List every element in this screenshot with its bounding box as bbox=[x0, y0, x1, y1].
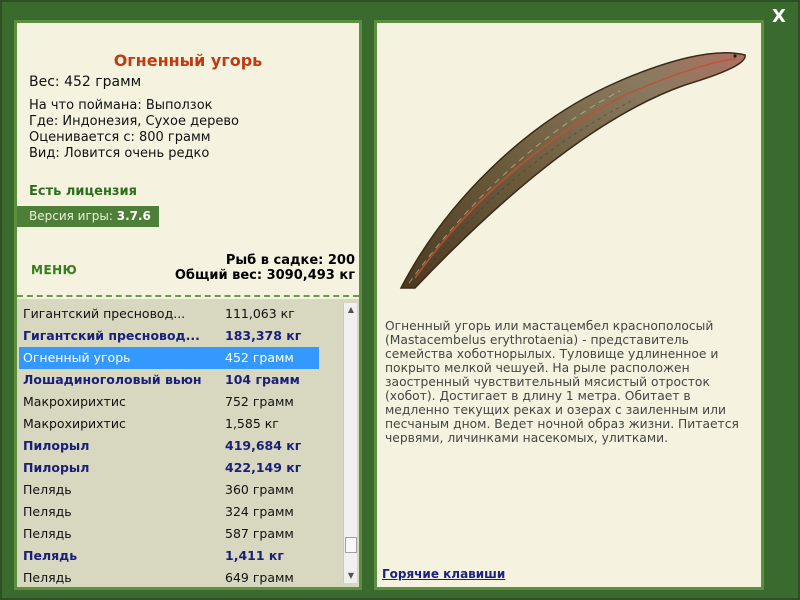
list-item[interactable]: Лошадиноголовый вьюн 104 грамм bbox=[19, 369, 319, 391]
list-scrollbar[interactable]: ▲ ▼ bbox=[343, 303, 357, 583]
list-item[interactable]: Пелядь 324 грамм bbox=[19, 501, 319, 523]
scroll-down-icon[interactable]: ▼ bbox=[344, 569, 358, 583]
fish-details-panel: Огненный угорь Вес: 452 грамм На что пой… bbox=[14, 20, 362, 590]
list-item[interactable]: Пелядь 587 грамм bbox=[19, 523, 319, 545]
list-item[interactable]: Пилорыл 422,149 кг bbox=[19, 457, 319, 479]
scroll-thumb[interactable] bbox=[345, 537, 357, 553]
version-bar: Версия игры: 3.7.6 bbox=[17, 206, 159, 227]
hotkeys-link[interactable]: Горячие клавиши bbox=[382, 567, 505, 581]
list-item-name: Лошадиноголовый вьюн bbox=[23, 372, 202, 387]
list-item-weight: 1,585 кг bbox=[225, 416, 279, 431]
list-item[interactable]: Пелядь 1,411 кг bbox=[19, 545, 319, 567]
list-item[interactable]: Гигантский пресновод... 111,063 кг bbox=[19, 303, 319, 325]
catch-list[interactable]: Гигантский пресновод... 111,063 кг Гигантс… bbox=[17, 299, 359, 587]
catch-stats: Рыб в садке: 200 Общий вес: 3090,493 кг bbox=[175, 253, 355, 283]
fish-count: Рыб в садке: 200 bbox=[225, 253, 355, 268]
list-item[interactable]: Макрохирихтис 1,585 кг bbox=[19, 413, 319, 435]
list-item-name: Пелядь bbox=[23, 526, 72, 541]
list-item[interactable]: Пелядь 360 грамм bbox=[19, 479, 319, 501]
list-item-weight: 752 грамм bbox=[225, 394, 294, 409]
fish-value: Оценивается с: 800 грамм bbox=[29, 130, 211, 145]
total-weight: Общий вес: 3090,493 кг bbox=[174, 268, 355, 283]
menu-button[interactable]: МЕНЮ bbox=[31, 263, 77, 277]
list-item-weight: 649 грамм bbox=[225, 570, 294, 585]
list-item-weight: 183,378 кг bbox=[225, 328, 302, 343]
divider bbox=[17, 295, 359, 297]
list-item-name: Гигантский пресновод... bbox=[23, 306, 186, 321]
version-value: 3.7.6 bbox=[116, 209, 151, 223]
list-item[interactable]: Макрохирихтис 752 грамм bbox=[19, 391, 319, 413]
list-item-weight: 104 грамм bbox=[225, 372, 300, 387]
list-item-weight: 419,684 кг bbox=[225, 438, 302, 453]
fish-location: Где: Индонезия, Сухое дерево bbox=[29, 114, 239, 129]
list-item-name: Пелядь bbox=[23, 570, 72, 585]
fish-description: Огненный угорь или мастацембел краснопол… bbox=[385, 319, 739, 445]
list-item-name: Пелядь bbox=[23, 482, 72, 497]
list-item-weight: 422,149 кг bbox=[225, 460, 302, 475]
list-item-weight: 587 грамм bbox=[225, 526, 294, 541]
list-item-name: Макрохирихтис bbox=[23, 394, 126, 409]
version-label: Версия игры: bbox=[29, 209, 113, 223]
list-item-weight: 1,411 кг bbox=[225, 548, 284, 563]
fish-weight: Вес: 452 грамм bbox=[29, 74, 142, 90]
list-item-name: Пилорыл bbox=[23, 438, 90, 453]
list-item-name: Макрохирихтис bbox=[23, 416, 126, 431]
list-item[interactable]: Пелядь 649 грамм bbox=[19, 567, 319, 587]
list-item-name: Пилорыл bbox=[23, 460, 90, 475]
list-item-weight: 111,063 кг bbox=[225, 306, 295, 321]
fish-description-panel: Огненный угорь или мастацембел краснопол… bbox=[374, 20, 764, 590]
eel-image bbox=[399, 52, 746, 289]
list-item-weight: 360 грамм bbox=[225, 482, 294, 497]
list-item-name: Пелядь bbox=[23, 548, 78, 563]
list-item-name: Пелядь bbox=[23, 504, 72, 519]
list-item-name: Гигантский пресновод... bbox=[23, 328, 200, 343]
list-item-weight: 452 грамм bbox=[225, 350, 294, 365]
fish-info-window: X Огненный угорь Вес: 452 грамм На что п… bbox=[0, 0, 800, 600]
fish-rarity: Вид: Ловится очень редко bbox=[29, 146, 210, 161]
scroll-up-icon[interactable]: ▲ bbox=[344, 303, 358, 317]
list-item-weight: 324 грамм bbox=[225, 504, 294, 519]
fish-title: Огненный угорь bbox=[113, 51, 263, 70]
list-item-name: Огненный угорь bbox=[23, 350, 131, 365]
license-status: Есть лицензия bbox=[29, 184, 137, 199]
list-item[interactable]: Гигантский пресновод... 183,378 кг bbox=[19, 325, 319, 347]
list-item[interactable]: Пилорыл 419,684 кг bbox=[19, 435, 319, 457]
list-item[interactable]: Огненный угорь 452 грамм bbox=[19, 347, 319, 369]
fish-bait: На что поймана: Выползок bbox=[29, 98, 213, 113]
close-icon[interactable]: X bbox=[770, 8, 788, 26]
